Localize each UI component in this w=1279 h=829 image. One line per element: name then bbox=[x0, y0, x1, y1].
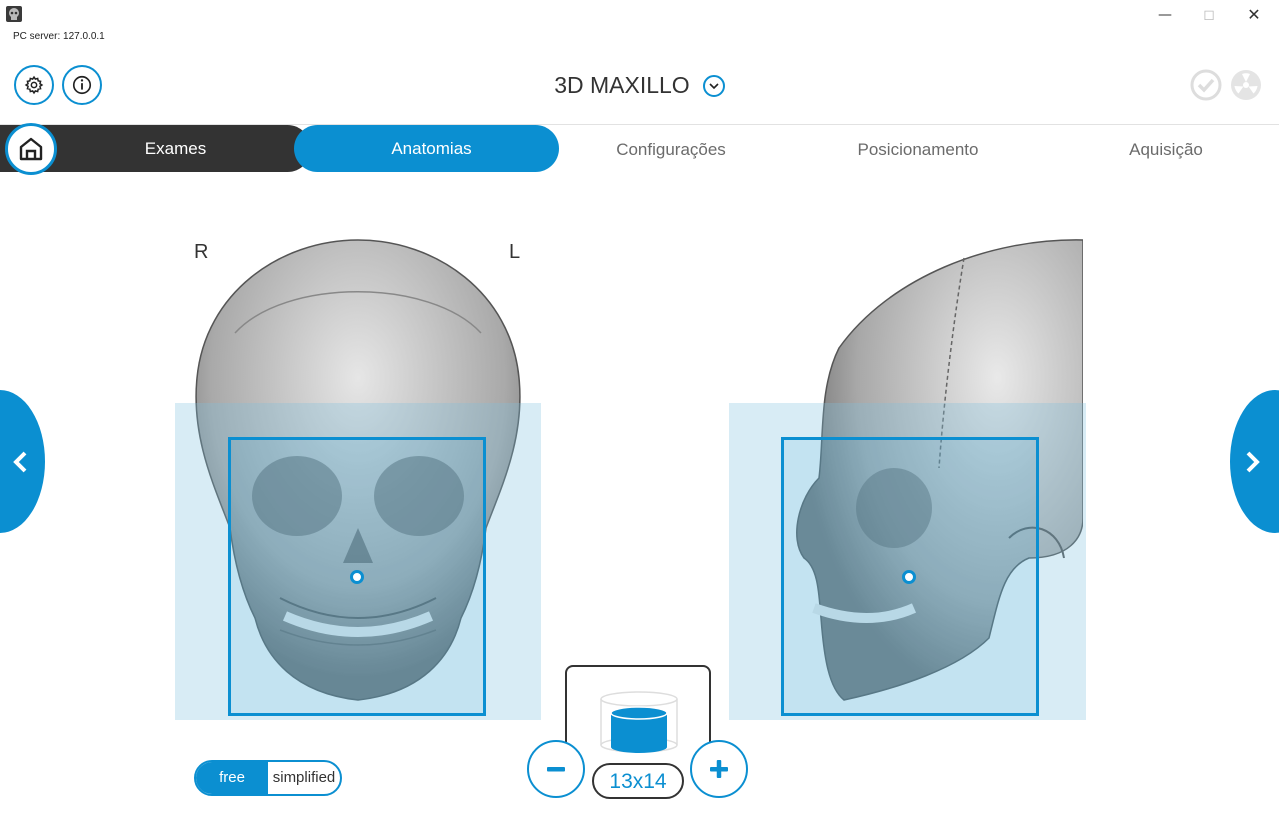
volume-increase-button[interactable] bbox=[690, 740, 748, 798]
volume-size-label: 13x14 bbox=[592, 763, 684, 799]
radiation-button[interactable] bbox=[1230, 69, 1262, 105]
previous-button[interactable] bbox=[0, 390, 45, 533]
tab-anatomias[interactable]: Anatomias bbox=[294, 125, 559, 172]
mode-free-option[interactable]: free bbox=[196, 762, 268, 794]
mode-toggle[interactable]: free simplified bbox=[194, 760, 342, 796]
chevron-down-icon bbox=[709, 82, 719, 89]
chevron-left-icon bbox=[13, 451, 27, 473]
volume-preview-panel bbox=[565, 665, 711, 770]
maximize-button[interactable]: ◻ bbox=[1198, 6, 1220, 24]
page-title: 3D MAXILLO bbox=[554, 72, 690, 98]
home-icon bbox=[19, 137, 43, 161]
home-button[interactable] bbox=[5, 123, 57, 175]
volume-decrease-button[interactable] bbox=[527, 740, 585, 798]
title-dropdown-button[interactable] bbox=[702, 74, 725, 97]
app-skull-icon bbox=[6, 6, 22, 22]
fov-center-handle-lateral[interactable] bbox=[902, 570, 916, 584]
minus-icon bbox=[547, 767, 565, 772]
confirm-button[interactable] bbox=[1190, 69, 1222, 105]
plus-icon bbox=[710, 760, 728, 778]
minimize-button[interactable]: — bbox=[1154, 6, 1176, 24]
chevron-right-icon bbox=[1246, 451, 1260, 473]
fov-center-handle-frontal[interactable] bbox=[350, 570, 364, 584]
next-button[interactable] bbox=[1230, 390, 1279, 533]
server-label: PC server: 127.0.0.1 bbox=[13, 31, 105, 42]
tab-aquisicao[interactable]: Aquisição bbox=[1066, 125, 1266, 172]
check-circle-icon bbox=[1190, 69, 1222, 101]
tab-configuracoes[interactable]: Configurações bbox=[571, 125, 771, 172]
radiation-icon bbox=[1231, 70, 1261, 100]
cylinder-volume-icon bbox=[600, 691, 678, 753]
close-button[interactable]: ✕ bbox=[1243, 6, 1265, 24]
mode-simplified-option[interactable]: simplified bbox=[268, 762, 340, 794]
tab-posicionamento[interactable]: Posicionamento bbox=[818, 125, 1018, 172]
